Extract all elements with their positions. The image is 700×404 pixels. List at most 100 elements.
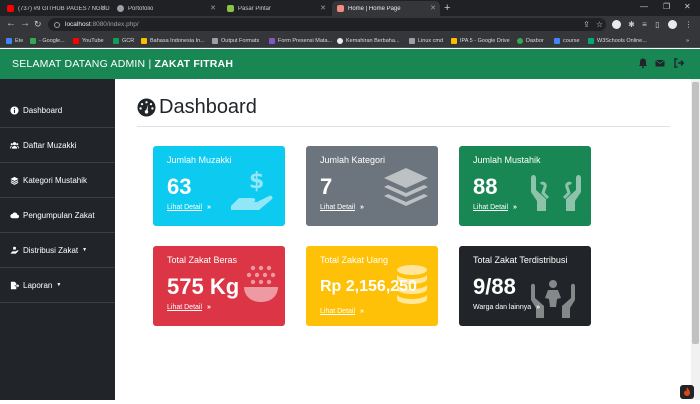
leaf-favicon-icon (227, 5, 234, 12)
lihat-detail-link[interactable]: Lihat Detail» (167, 304, 211, 311)
sidebar-item-kategori-mustahik[interactable]: Kategori Mustahik (0, 163, 115, 198)
lihat-detail-link[interactable]: Lihat Detail» (473, 204, 517, 211)
browser-tab-portofolio[interactable]: Portofolio ✕ (112, 1, 220, 16)
tab-close-icon[interactable]: ✕ (100, 4, 106, 12)
sidebar-item-dashboard[interactable]: Dashboard (0, 93, 115, 128)
info-circle-icon (10, 105, 19, 115)
close-window-icon[interactable]: ✕ (684, 2, 691, 11)
bookmark-item[interactable]: - Google... (30, 36, 65, 45)
bookmark-favicon-icon (141, 37, 147, 44)
cloud-icon (10, 211, 19, 218)
lihat-detail-link[interactable]: Lihat Detail» (320, 308, 364, 315)
file-export-icon (10, 281, 19, 289)
tab-close-icon[interactable]: ✕ (320, 4, 326, 12)
bookmarks-overflow-icon[interactable]: » (686, 36, 689, 45)
flame-icon (684, 387, 690, 396)
card-jumlah-mustahik: Jumlah Mustahik 88 Lihat Detail» (459, 146, 591, 226)
forward-arrow-icon[interactable]: → (20, 18, 30, 30)
bookmark-item[interactable]: Bahasa Indonesia In... (141, 36, 205, 45)
sidebar-item-laporan[interactable]: Laporan ▼ (0, 268, 115, 303)
card-total-zakat-uang: Total Zakat Uang Rp 2,156,250 Lihat Deta… (306, 246, 438, 326)
bookmark-favicon-icon (269, 37, 275, 44)
sidepanel-icon[interactable]: ▯ (653, 20, 662, 29)
url-host: localhost (65, 21, 91, 28)
bookmark-item[interactable]: YouTube (73, 36, 104, 45)
site-info-icon[interactable] (54, 21, 60, 28)
bookmark-favicon-icon (113, 37, 119, 44)
sidebar-item-daftar-muzakki[interactable]: Daftar Muzakki (0, 128, 115, 163)
sidebar: Dashboard Daftar Muzakki Kategori Mustah… (0, 79, 115, 400)
bookmark-item[interactable]: Form Presensi Mata... (269, 36, 332, 45)
card-jumlah-kategori: Jumlah Kategori 7 Lihat Detail» (306, 146, 438, 226)
logout-icon[interactable] (673, 57, 685, 69)
bookmark-item[interactable]: W3Schools Online... (588, 36, 647, 45)
sidebar-item-distribusi-zakat[interactable]: Distribusi Zakat ▼ (0, 233, 115, 268)
hand-holding-dollar-icon: $ (231, 169, 273, 210)
bookmarks-bar: Ete - Google... YouTube GCR Bahasa Indon… (0, 33, 700, 48)
browser-tab-github[interactable]: (737) #9 GITHUB PAGES / NGOD... ✕ (2, 1, 110, 16)
card-total-zakat-terdistribusi: Total Zakat Terdistribusi 9/88 Warga dan… (459, 246, 591, 326)
double-chevron-right-icon: » (207, 304, 211, 311)
bookmark-item[interactable]: IPA 5 - Google Drive (451, 36, 510, 45)
hand-holding-icon (10, 246, 19, 254)
card-jumlah-muzakki: Jumlah Muzakki 63 Lihat Detail» $ (153, 146, 285, 226)
bookmark-favicon-icon (30, 37, 36, 44)
lihat-detail-link[interactable]: Lihat Detail» (167, 204, 211, 211)
url-path: :8080/index.php/ (90, 21, 139, 28)
bell-icon[interactable] (637, 57, 649, 69)
tab-close-icon[interactable]: ✕ (210, 4, 216, 12)
playlist-icon[interactable]: ≡ (640, 20, 649, 29)
envelope-icon[interactable] (654, 57, 666, 69)
avatar[interactable] (668, 20, 677, 29)
address-bar[interactable]: localhost:8080/index.php/ (48, 18, 606, 31)
bookmark-item[interactable]: Output Formats (212, 36, 259, 45)
bookmark-favicon-icon (337, 37, 343, 44)
scrollbar-thumb[interactable] (692, 82, 699, 344)
bookmark-favicon-icon (73, 37, 79, 44)
puzzle-icon[interactable]: ✱ (627, 20, 636, 29)
double-chevron-right-icon: » (360, 204, 364, 211)
browser-tab-pasar-pintar[interactable]: Pasar Pintar ✕ (222, 1, 330, 16)
hands-holding-child-icon (531, 280, 575, 318)
globe-favicon-icon (117, 5, 124, 12)
users-icon (10, 141, 19, 149)
bookmark-favicon-icon (6, 37, 12, 44)
extension-profile-icon[interactable] (612, 20, 621, 29)
navbar-brand[interactable]: SELAMAT DATANG ADMIN | ZAKAT FITRAH (12, 58, 233, 70)
tab-close-icon[interactable]: ✕ (430, 4, 436, 12)
youtube-favicon-icon (7, 5, 14, 12)
bookmark-item[interactable]: Dasbor (517, 36, 544, 45)
bookmark-item[interactable]: course (554, 36, 580, 45)
back-arrow-icon[interactable]: ← (6, 18, 16, 30)
browser-tab-home[interactable]: Home | Home Page ✕ (332, 1, 440, 16)
bookmark-favicon-icon (517, 37, 523, 44)
reload-icon[interactable]: ↻ (34, 18, 42, 30)
svg-text:$: $ (249, 169, 264, 194)
bookmark-item[interactable]: Linux cmd (409, 36, 443, 45)
gauge-icon (137, 98, 156, 117)
bookmark-item[interactable]: GCR (113, 36, 134, 45)
hands-icon (531, 175, 581, 211)
home-favicon-icon (337, 5, 344, 12)
plus-icon[interactable]: + (444, 2, 450, 14)
warga-dan-lainnya-link[interactable]: Warga dan lainnya» (473, 304, 540, 311)
bookmark-favicon-icon (588, 37, 594, 44)
top-navbar: SELAMAT DATANG ADMIN | ZAKAT FITRAH (0, 49, 700, 79)
share-icon[interactable]: ⇪ (582, 20, 591, 29)
bookmark-favicon-icon (212, 37, 218, 44)
maximize-icon[interactable]: ❐ (663, 2, 670, 11)
bookmark-favicon-icon (554, 37, 560, 44)
kebab-menu-icon[interactable]: ⋮ (684, 20, 693, 29)
card-total-zakat-beras: Total Zakat Beras 575 Kg Lihat Detail» (153, 246, 285, 326)
double-chevron-right-icon: » (536, 304, 541, 311)
bookmark-item[interactable]: Kemahiran Berbaha... (337, 36, 400, 45)
sidebar-item-pengumpulan-zakat[interactable]: Pengumpulan Zakat (0, 198, 115, 233)
star-icon[interactable]: ☆ (595, 20, 604, 29)
lihat-detail-link[interactable]: Lihat Detail» (320, 204, 364, 211)
browser-toolbar: ← → ↻ localhost:8080/index.php/ ⇪ ☆ ✱ ≡ … (0, 16, 700, 33)
minimize-icon[interactable]: — (640, 2, 648, 11)
debug-toolbar-icon[interactable] (680, 385, 694, 399)
bookmark-item[interactable]: Ete (6, 36, 23, 45)
double-chevron-right-icon: » (513, 204, 517, 211)
bookmark-favicon-icon (451, 37, 457, 44)
